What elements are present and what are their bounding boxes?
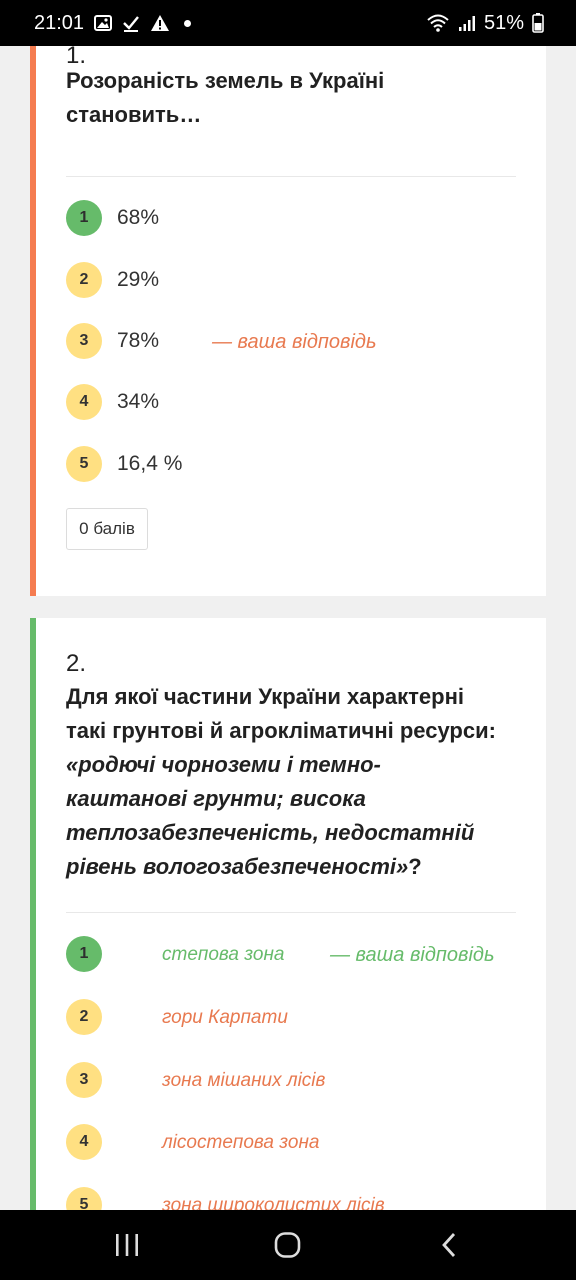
option-text: лісостепова зона [162, 1132, 320, 1153]
option-number-badge: 2 [66, 999, 102, 1035]
option-text: зона мішаних лісів [162, 1070, 326, 1091]
image-icon [94, 15, 113, 31]
option-number-badge: 3 [66, 1062, 102, 1098]
divider [66, 176, 516, 177]
navigation-bar [0, 1210, 576, 1280]
wifi-icon [426, 13, 450, 33]
signal-icon [458, 14, 476, 32]
quiz-results[interactable]: 1. Розораність земель в Україні становит… [0, 46, 576, 1210]
option-number-badge: 3 [66, 323, 102, 359]
option-text: гори Карпати [162, 1007, 288, 1028]
status-bar: 21:01 51% [0, 0, 576, 46]
correct-stripe [30, 618, 36, 1210]
option-number-badge: 5 [66, 1187, 102, 1210]
question-text-tail: ? [408, 854, 422, 879]
option-text: 78% [117, 329, 160, 352]
incorrect-stripe [30, 46, 36, 596]
dot-icon [184, 19, 192, 27]
option-3: 3 78% — ваша відповідь [66, 321, 526, 361]
home-icon[interactable] [274, 1232, 302, 1258]
score-badge: 0 балів [66, 508, 148, 550]
option-text: зона широколистих лісів [162, 1195, 385, 1210]
option-text: 16,4 % [117, 452, 183, 475]
option-5: 5 зона широколистих лісів [66, 1185, 526, 1210]
recent-apps-icon[interactable] [112, 1232, 142, 1258]
option-number-badge: 1 [66, 936, 102, 972]
option-number-badge: 4 [66, 384, 102, 420]
divider [66, 912, 516, 913]
option-2: 2 29% [66, 260, 526, 300]
question-text-plain: Для якої частини України характерні такі… [66, 684, 496, 743]
option-text: 34% [117, 390, 160, 413]
option-1: 1 68% [66, 198, 526, 238]
question-card-1: 1. Розораність земель в Україні становит… [30, 46, 546, 596]
option-4: 4 лісостепова зона [66, 1122, 526, 1162]
check-icon [122, 14, 140, 32]
warning-icon [150, 14, 170, 32]
question-number: 2. [66, 650, 87, 677]
option-5: 5 16,4 % [66, 444, 526, 484]
option-text: 29% [117, 268, 160, 291]
option-text: степова зона [162, 944, 285, 965]
your-answer-note: — ваша відповідь [212, 331, 377, 353]
battery-percent: 51% [483, 11, 524, 34]
battery-icon [532, 13, 544, 33]
question-card-2: 2. Для якої частини України характерні т… [30, 618, 546, 1210]
option-1: 1 степова зона — ваша відповідь [66, 934, 526, 974]
option-text: 68% [117, 206, 160, 229]
option-2: 2 гори Карпати [66, 997, 526, 1037]
option-4: 4 34% [66, 382, 526, 422]
option-number-badge: 2 [66, 262, 102, 298]
status-time: 21:01 [34, 11, 85, 34]
your-answer-note: — ваша відповідь [330, 944, 495, 966]
option-number-badge: 1 [66, 200, 102, 236]
back-icon[interactable] [438, 1232, 462, 1258]
option-number-badge: 5 [66, 446, 102, 482]
question-text: Для якої частини України характерні такі… [66, 680, 496, 884]
option-3: 3 зона мішаних лісів [66, 1060, 526, 1100]
question-text: Розораність земель в Україні становить… [66, 68, 385, 127]
option-number-badge: 4 [66, 1124, 102, 1160]
